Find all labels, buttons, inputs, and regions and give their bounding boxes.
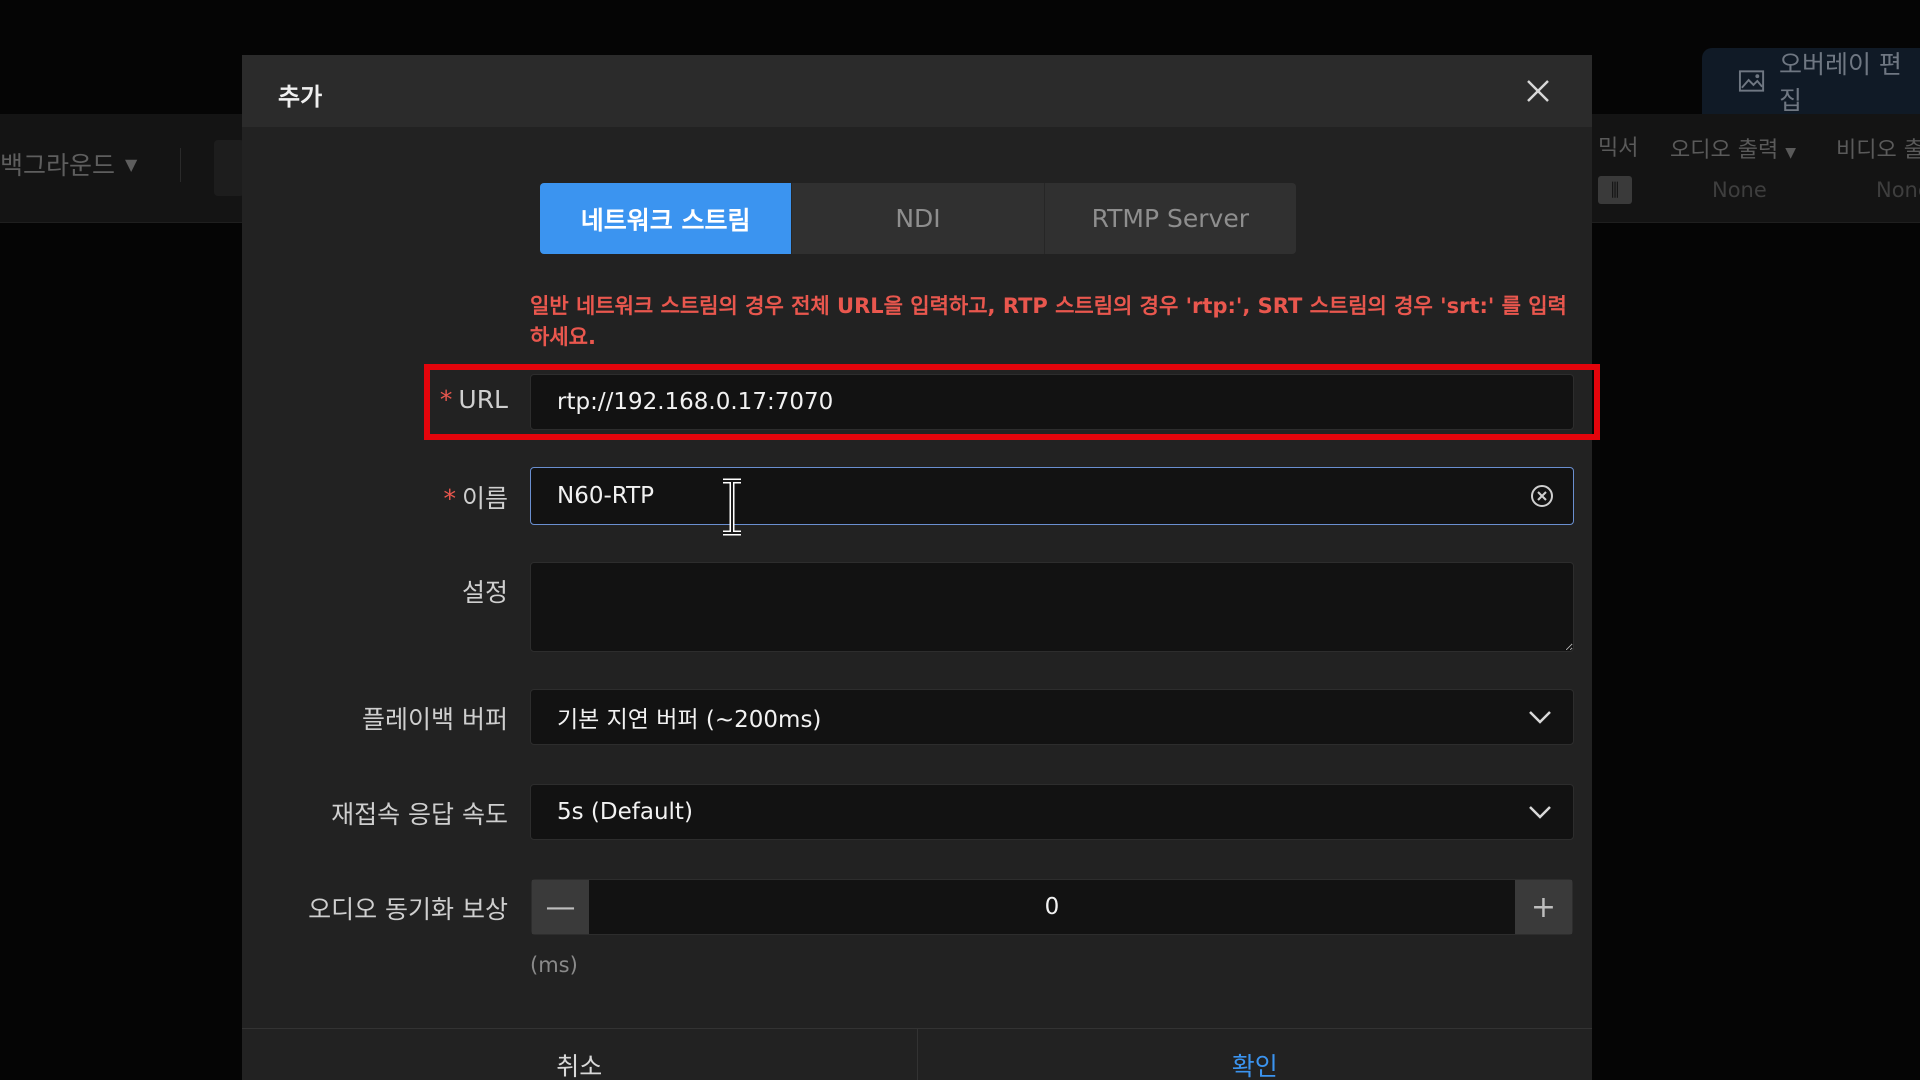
audio-sync-unit: (ms) bbox=[530, 953, 578, 977]
text-cursor-icon bbox=[723, 478, 741, 536]
reconnect-speed-select[interactable]: 5s (Default) bbox=[530, 784, 1574, 840]
add-source-dialog: 추가 네트워크 스트림 NDI RTMP Server 일반 네트워크 스트림의… bbox=[242, 55, 1592, 1080]
audio-sync-stepper: — 0 + bbox=[531, 879, 1573, 935]
playback-buffer-label: 플레이백 버퍼 bbox=[362, 705, 508, 734]
image-icon bbox=[1738, 70, 1765, 92]
url-highlight-box bbox=[424, 364, 1600, 440]
audio-sync-value[interactable]: 0 bbox=[589, 880, 1515, 934]
overlay-edit-label: 오버레이 편집 bbox=[1778, 50, 1902, 115]
video-output-value: None bbox=[1876, 178, 1920, 202]
audio-output-label: 오디오 출력 bbox=[1670, 138, 1779, 163]
tab-rtmp-server[interactable]: RTMP Server bbox=[1044, 183, 1296, 254]
dialog-title: 추가 bbox=[278, 83, 323, 111]
settings-label: 설정 bbox=[461, 578, 508, 607]
video-output-column-label: 비디오 출 bbox=[1836, 138, 1920, 163]
background-dropdown-label: 백그라운드 bbox=[0, 151, 116, 180]
reconnect-speed-value: 5s (Default) bbox=[557, 799, 693, 825]
playback-buffer-value: 기본 지연 버퍼 (~200ms) bbox=[557, 707, 822, 733]
playback-buffer-select[interactable]: 기본 지연 버퍼 (~200ms) bbox=[530, 689, 1574, 745]
chevron-down-icon: ▼ bbox=[1785, 145, 1796, 161]
required-mark: * bbox=[443, 484, 456, 513]
divider bbox=[180, 148, 181, 182]
clear-icon[interactable] bbox=[1529, 483, 1555, 509]
reconnect-speed-label: 재접속 응답 속도 bbox=[331, 800, 508, 829]
name-value: N60-RTP bbox=[557, 483, 654, 509]
background-button bbox=[214, 140, 244, 196]
settings-textarea[interactable] bbox=[530, 562, 1574, 652]
decrement-button[interactable]: — bbox=[532, 880, 589, 934]
dialog-header: 추가 bbox=[242, 55, 1592, 127]
name-field[interactable]: N60-RTP bbox=[530, 467, 1574, 525]
mixer-column-label: 믹서 bbox=[1598, 136, 1639, 161]
audio-output-value: None bbox=[1712, 178, 1767, 202]
chevron-down-icon: ▼ bbox=[125, 154, 138, 174]
name-label: * 이름 bbox=[443, 479, 508, 515]
overlay-edit-tab: 오버레이 편집 bbox=[1702, 48, 1920, 115]
url-hint-text: 일반 네트워크 스트림의 경우 전체 URL을 입력하고, RTP 스트림의 경… bbox=[530, 294, 1567, 349]
close-icon[interactable] bbox=[1520, 73, 1556, 109]
audio-sync-label: 오디오 동기화 보상 bbox=[308, 895, 508, 924]
chevron-down-icon bbox=[1529, 806, 1551, 819]
background-dropdown: 백그라운드 ▼ bbox=[0, 146, 137, 182]
mixer-icon: ⫼ bbox=[1598, 176, 1632, 204]
audio-output-column-label: 오디오 출력 ▼ bbox=[1670, 132, 1796, 164]
increment-button[interactable]: + bbox=[1515, 880, 1572, 934]
cancel-button[interactable]: 취소 bbox=[242, 1029, 918, 1080]
source-type-tabs: 네트워크 스트림 NDI RTMP Server bbox=[540, 183, 1296, 254]
chevron-down-icon bbox=[1529, 711, 1551, 724]
dialog-footer: 취소 확인 bbox=[242, 1028, 1592, 1080]
tab-ndi[interactable]: NDI bbox=[792, 183, 1045, 254]
name-label-text: 이름 bbox=[461, 484, 508, 513]
tab-network-stream[interactable]: 네트워크 스트림 bbox=[540, 183, 793, 254]
confirm-button[interactable]: 확인 bbox=[918, 1029, 1593, 1080]
